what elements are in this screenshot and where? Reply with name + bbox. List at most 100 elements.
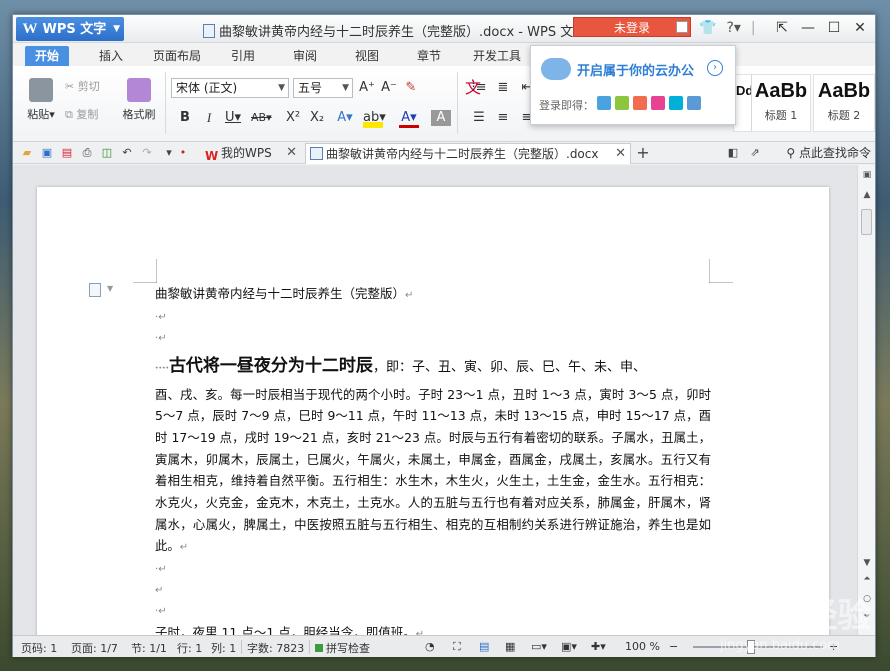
scroll-down-icon[interactable]: ▼	[861, 557, 873, 569]
separator-icon: |	[750, 20, 756, 36]
chevron-down-icon[interactable]: ▼	[107, 284, 113, 293]
cloud-login-icon[interactable]	[687, 96, 701, 110]
tab-my-wps[interactable]: W 我的WPS ✕	[201, 143, 301, 164]
shrink-font-icon[interactable]: A⁻	[379, 78, 399, 98]
cut-button[interactable]: ✂ 剪切	[65, 78, 115, 94]
save-icon[interactable]: ▣	[39, 145, 55, 161]
underline-icon[interactable]: U▾	[223, 108, 243, 128]
clear-format-icon[interactable]: ✎	[401, 78, 421, 98]
skin-icon[interactable]	[676, 21, 688, 33]
fullscreen-icon[interactable]: ⛶	[453, 640, 461, 654]
paste-button[interactable]: 粘贴▾	[21, 78, 61, 122]
weibo-icon[interactable]	[633, 96, 647, 110]
wps-logo-icon: W	[22, 21, 38, 37]
login-button[interactable]: 未登录	[573, 17, 691, 37]
wechat-icon[interactable]	[615, 96, 629, 110]
document-page[interactable]: ▼ 曲黎敏讲黄帝内经与十二时辰养生（完整版）↵ ·↵ ·↵ ····古代将一昼夜…	[37, 187, 829, 635]
taobao-icon[interactable]	[651, 96, 665, 110]
web-view-icon[interactable]: ▭▾	[531, 640, 547, 653]
char-shading-icon[interactable]: A	[431, 110, 451, 126]
close-icon[interactable]: ✕	[615, 144, 626, 164]
revision-icon[interactable]: ◔	[425, 640, 435, 653]
bold-icon[interactable]: B	[175, 108, 195, 128]
list-icon[interactable]: ⁝≡	[469, 78, 489, 98]
number-list-icon[interactable]: ≣	[493, 78, 513, 98]
font-size-select[interactable]: 五号 ▼	[293, 78, 353, 98]
font-color-icon[interactable]: A▾	[399, 108, 419, 128]
tab-view[interactable]: 视图	[347, 46, 387, 66]
chevron-right-icon[interactable]: ›	[707, 60, 723, 76]
qq-icon[interactable]	[597, 96, 611, 110]
font-name-select[interactable]: 宋体 (正文) ▼	[171, 78, 289, 98]
italic-icon[interactable]: I	[199, 108, 219, 128]
tab-references[interactable]: 引用	[223, 46, 263, 66]
tab-home[interactable]: 开始	[25, 46, 69, 66]
align-center-icon[interactable]: ≡	[493, 108, 513, 128]
close-button[interactable]: ✕	[847, 17, 873, 39]
add-tab-icon[interactable]: +	[635, 145, 651, 161]
subscript-icon[interactable]: X₂	[307, 108, 327, 128]
open-folder-icon[interactable]: ▰	[19, 145, 35, 161]
xiaomi-icon[interactable]	[669, 96, 683, 110]
print-icon[interactable]: ⎙	[79, 145, 95, 161]
doc-list-icon[interactable]: ◧	[725, 145, 741, 161]
tab-insert[interactable]: 插入	[91, 46, 131, 66]
help-icon[interactable]: ?▾	[726, 20, 740, 38]
restore-tab-icon[interactable]: ⇱	[769, 17, 795, 39]
spell-check-button[interactable]: 拼写检查	[315, 640, 370, 656]
ruler-toggle-icon[interactable]: ▣	[861, 169, 873, 181]
minimize-button[interactable]: —	[795, 17, 821, 39]
paragraph-menu-icon[interactable]	[89, 283, 101, 297]
undo-icon[interactable]: ↶	[119, 145, 135, 161]
document-icon	[310, 147, 323, 160]
vertical-scrollbar[interactable]: ▣ ▲ ▼ ⏶ ○ ⏷	[857, 165, 875, 635]
export-pdf-icon[interactable]: ▤	[59, 145, 75, 161]
baidu-watermark-url: jingyan.baidu.com	[720, 638, 840, 653]
margin-corner-top-left	[133, 259, 157, 283]
superscript-icon[interactable]: X²	[283, 108, 303, 128]
bullets-icon[interactable]: ☰	[469, 108, 489, 128]
tab-review[interactable]: 审阅	[285, 46, 325, 66]
maximize-button[interactable]: ☐	[821, 17, 847, 39]
style-heading-1[interactable]: AaBb 标题 1	[751, 74, 811, 132]
window-title: 曲黎敏讲黄帝内经与十二时辰养生（完整版）.docx - WPS 文字	[203, 21, 586, 40]
quick-access-bar: ▰ ▣ ▤ ⎙ ◫ ↶ ↷ ▾ • W 我的WPS ✕ 曲黎敏讲黄帝内经与十二时…	[13, 142, 875, 164]
highlight-icon[interactable]: ab▾	[363, 108, 386, 128]
style-heading-2[interactable]: AaBb 标题 2	[813, 74, 875, 132]
prev-page-icon[interactable]: ⏶	[861, 573, 873, 585]
scroll-up-icon[interactable]: ▲	[861, 189, 873, 201]
print-preview-icon[interactable]: ◫	[99, 145, 115, 161]
document-content[interactable]: 曲黎敏讲黄帝内经与十二时辰养生（完整版）↵ ·↵ ·↵ ····古代将一昼夜分为…	[155, 283, 711, 635]
format-painter-button[interactable]: 格式刷	[117, 78, 161, 122]
outline-view-icon[interactable]: ▦	[505, 640, 515, 653]
strikethrough-icon[interactable]: AB▾	[251, 108, 272, 128]
eye-protect-icon[interactable]: ✚▾	[591, 640, 606, 653]
login-via-label: 登录即得：	[539, 99, 594, 112]
tab-chapter[interactable]: 章节	[409, 46, 449, 66]
grow-font-icon[interactable]: A⁺	[357, 78, 377, 98]
text-effect-icon[interactable]: A▾	[335, 108, 355, 128]
zoom-level[interactable]: 100 %	[625, 640, 660, 653]
share-icon[interactable]: ⇗	[747, 145, 763, 161]
app-menu-button[interactable]: W WPS 文字 ▼	[16, 17, 124, 41]
reading-view-icon[interactable]: ▣▾	[561, 640, 577, 653]
cloud-icon	[541, 58, 571, 80]
scroll-thumb[interactable]	[861, 209, 872, 235]
close-icon[interactable]: ✕	[286, 143, 297, 163]
empty-paragraph: ·↵	[155, 332, 167, 344]
shirt-icon[interactable]: 👕	[699, 20, 716, 38]
window-controls: ⇱ — ☐ ✕	[769, 17, 873, 39]
tab-page-layout[interactable]: 页面布局	[147, 46, 207, 66]
cloud-headline[interactable]: 开启属于你的云办公	[577, 60, 694, 79]
ribbon-tabs: 开始 插入 页面布局 引用 审阅 视图 章节 开发工具	[13, 44, 875, 66]
copy-button[interactable]: ⧉ 复制	[65, 106, 115, 122]
zoom-out-icon[interactable]: −	[669, 640, 678, 653]
command-search[interactable]: ⚲ 点此查找命令	[786, 144, 871, 161]
tab-document[interactable]: 曲黎敏讲黄帝内经与十二时辰养生（完整版）.docx ✕	[305, 143, 631, 164]
status-col: 列: 1	[211, 642, 237, 655]
tab-developer[interactable]: 开发工具	[467, 46, 527, 66]
status-word-count[interactable]: 字数: 7823	[247, 640, 304, 656]
redo-icon[interactable]: ↷	[139, 145, 155, 161]
page-view-icon[interactable]: ▤	[479, 640, 489, 653]
wps-window: W WPS 文字 ▼ 曲黎敏讲黄帝内经与十二时辰养生（完整版）.docx - W…	[12, 14, 876, 657]
